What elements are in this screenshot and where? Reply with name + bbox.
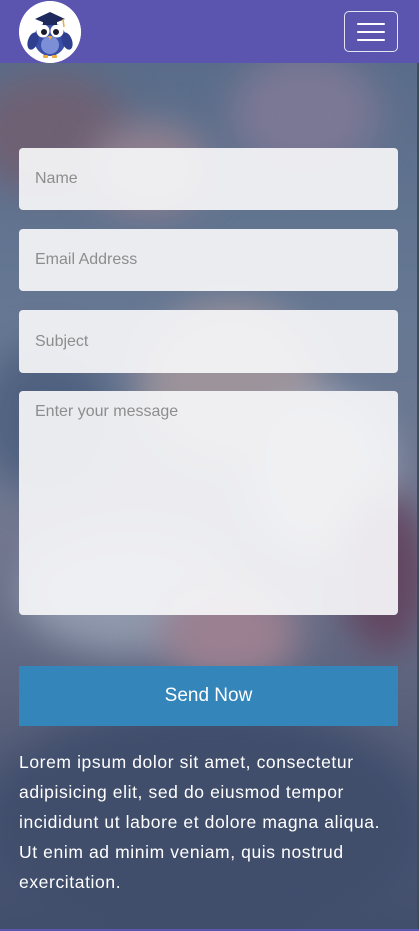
email-field[interactable] xyxy=(19,229,398,291)
hamburger-menu-button[interactable] xyxy=(344,11,398,52)
subject-field[interactable] xyxy=(19,310,398,373)
send-now-button[interactable]: Send Now xyxy=(19,666,398,726)
name-field[interactable] xyxy=(19,148,398,210)
owl-logo-icon[interactable] xyxy=(19,1,81,63)
top-navbar xyxy=(0,0,419,63)
message-field[interactable] xyxy=(19,391,398,615)
description-text: Lorem ipsum dolor sit amet, consectetur … xyxy=(19,752,381,892)
